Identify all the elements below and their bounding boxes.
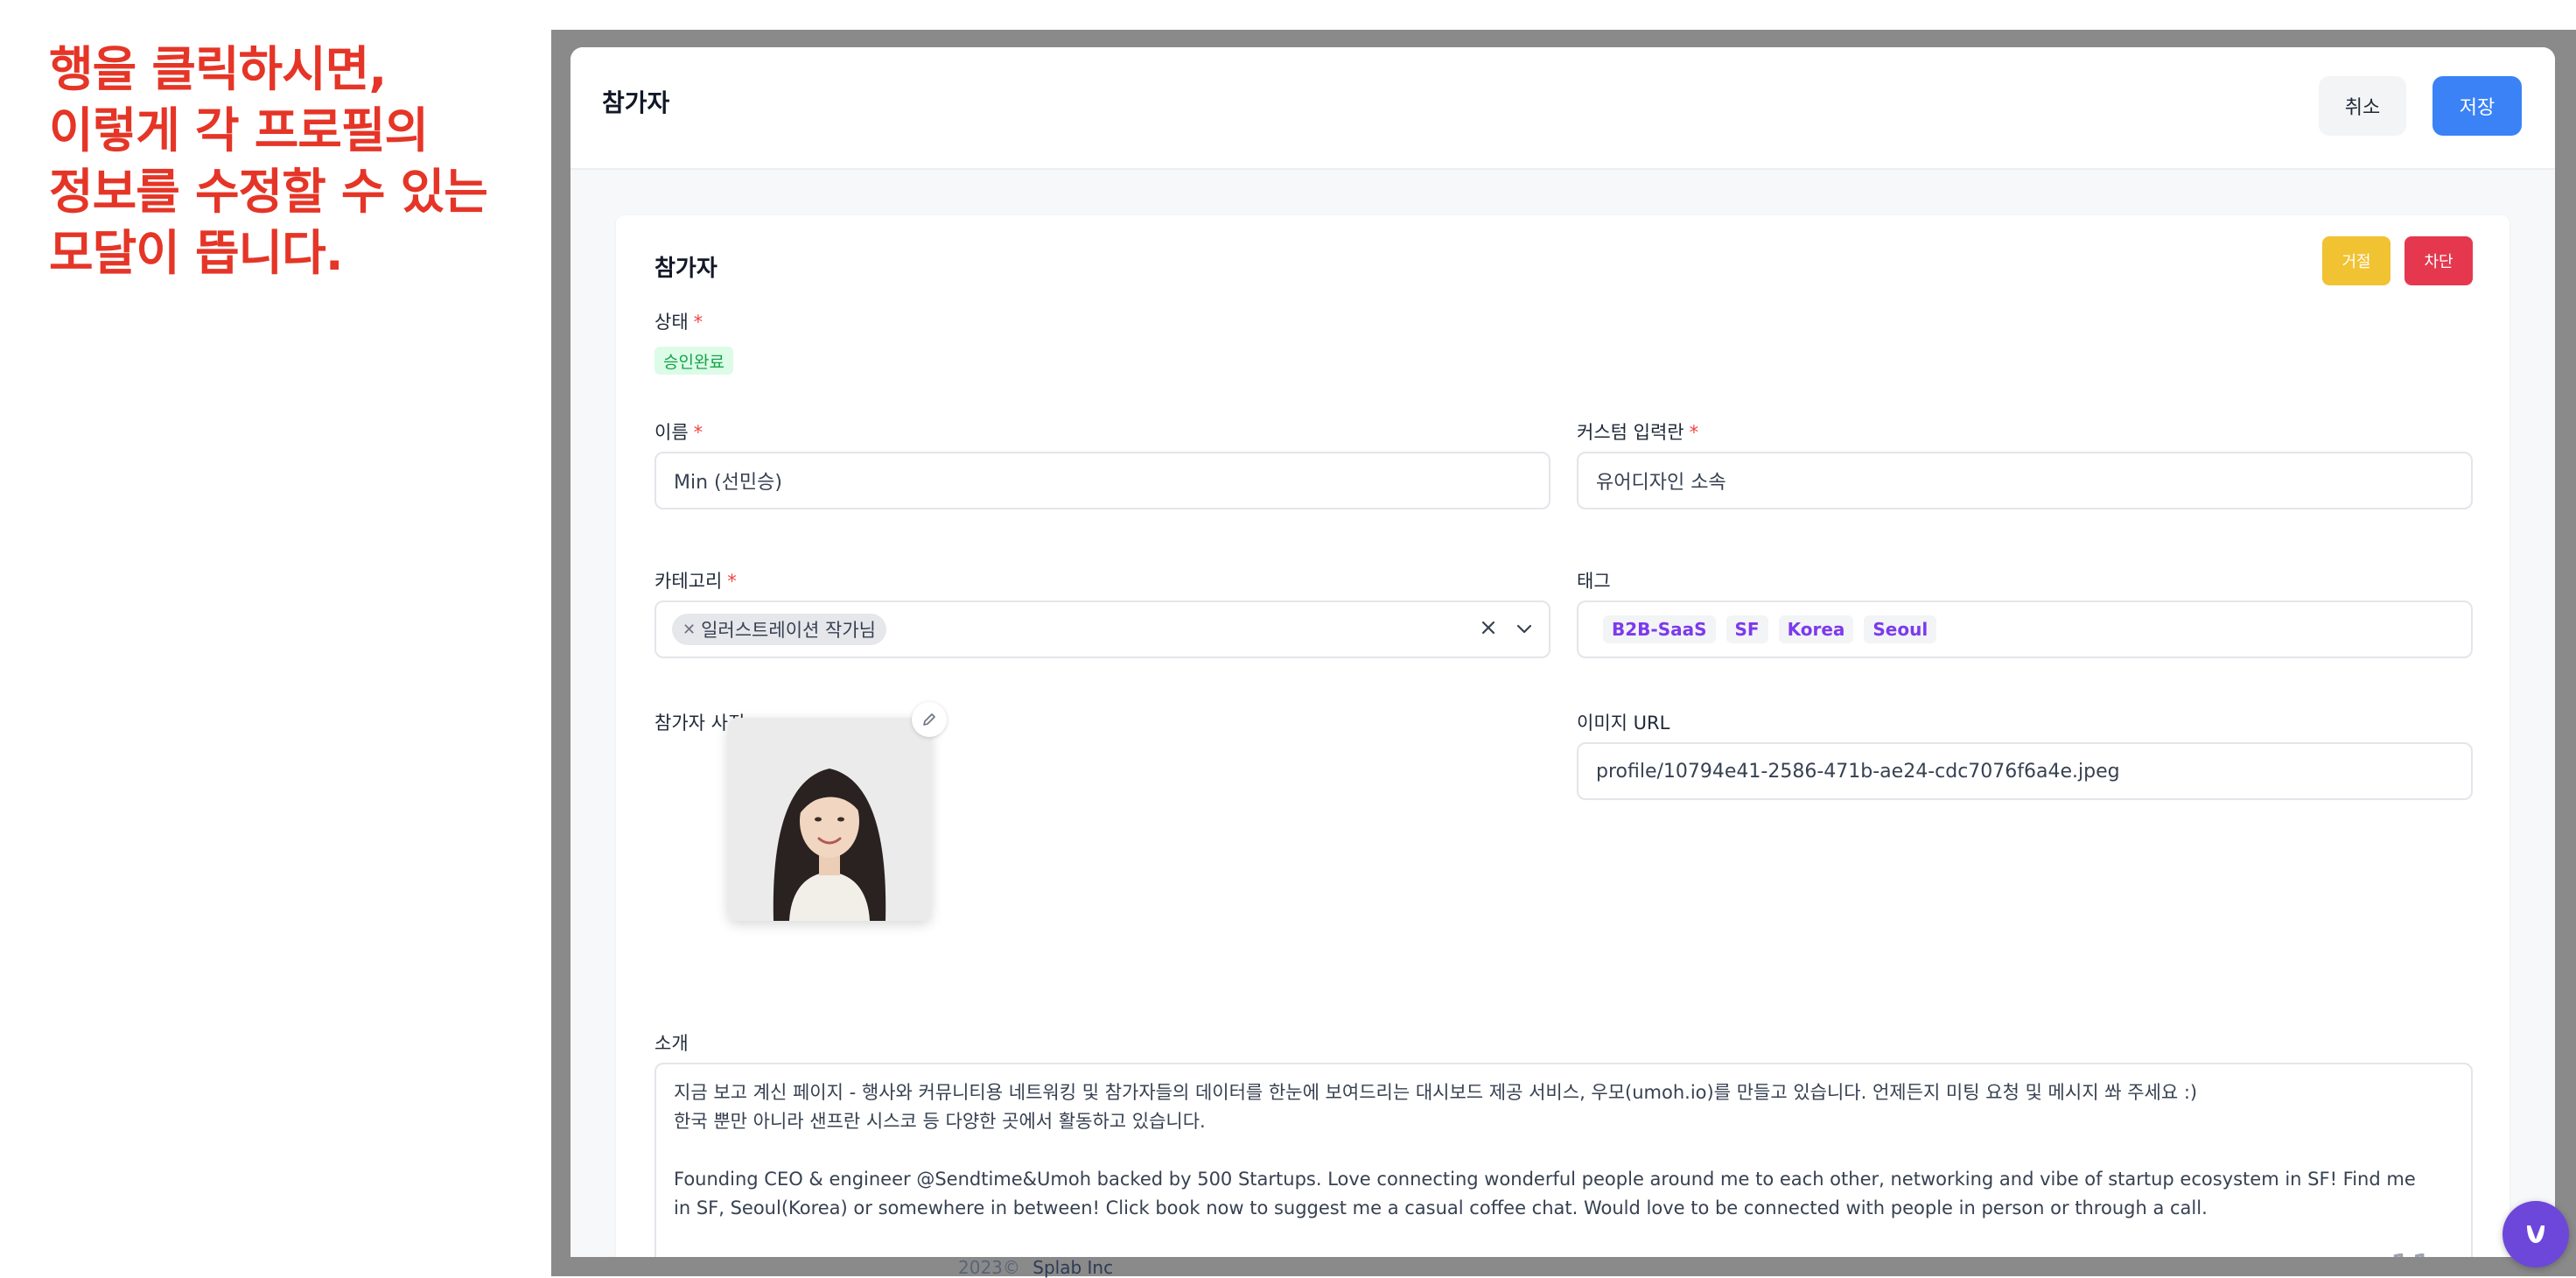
name-label: 이름 * [654, 418, 703, 445]
status-label-text: 상태 [654, 312, 689, 333]
intro-textarea[interactable]: 지금 보고 계신 페이지 - 행사와 커뮤니티용 네트워킹 및 참가자들의 데이… [654, 1063, 2473, 1257]
participant-modal: 참가자 취소 저장 참가자 거절 차단 상태 * 승인완료 이름 * Min (선민… [570, 47, 2555, 1257]
name-input[interactable]: Min (선민승) [654, 452, 1550, 509]
custom-field-label: 커스텀 입력란 * [1577, 418, 1698, 445]
tags-label: 태그 [1577, 571, 1611, 592]
chip-remove-icon[interactable]: ✕ [682, 621, 696, 639]
intro-line: Founding CEO & engineer @Sendtime&Umoh b… [674, 1169, 2416, 1190]
status-badge: 승인완료 [654, 347, 733, 375]
tag-chip[interactable]: B2B-SaaS [1603, 615, 1716, 643]
required-mark: * [693, 312, 704, 333]
tag-chip[interactable]: Korea [1778, 615, 1854, 643]
category-label: 카테고리 * [654, 567, 737, 593]
category-chip-label: 일러스트레이션 작가님 [701, 620, 876, 641]
image-url-input[interactable]: profile/10794e41-2586-471b-ae24-cdc7076f… [1577, 742, 2473, 800]
annotation-line: 이렇게 각 프로필의 [49, 102, 429, 158]
category-label-text: 카테고리 [654, 571, 723, 592]
category-chip: ✕ 일러스트레이션 작가님 [672, 614, 886, 645]
cancel-button[interactable]: 취소 [2319, 76, 2406, 136]
intro-counter: 11 [2390, 1250, 2432, 1257]
category-select[interactable]: ✕ 일러스트레이션 작가님 [654, 600, 1550, 658]
name-label-text: 이름 [654, 422, 689, 443]
annotation-line: 모달이 뜹니다. [49, 225, 344, 281]
save-button[interactable]: 저장 [2432, 76, 2522, 136]
intro-line: 한국 뿐만 아니라 샌프란 시스코 등 다양한 곳에서 활동하고 있습니다. [674, 1111, 1206, 1132]
avatar [728, 718, 931, 921]
annotation-line: 행을 클릭하시면, [49, 41, 387, 97]
reject-button[interactable]: 거절 [2322, 236, 2390, 285]
footer-copyright: 2023© [958, 1257, 1020, 1278]
required-mark: * [1689, 422, 1699, 443]
card-title: 참가자 [654, 256, 718, 282]
tag-chip[interactable]: Seoul [1864, 615, 1937, 643]
chat-bubble-icon[interactable] [2502, 1201, 2569, 1267]
tag-chip[interactable]: SF [1726, 615, 1768, 643]
pencil-icon[interactable] [912, 702, 947, 737]
clear-icon[interactable] [1480, 619, 1496, 641]
tags-input[interactable]: B2B-SaaS SF Korea Seoul [1577, 600, 2473, 658]
annotation-text: 행을 클릭하시면, 이렇게 각 프로필의 정보를 수정할 수 있는 모달이 뜹니… [49, 39, 539, 284]
block-button[interactable]: 차단 [2404, 236, 2473, 285]
image-url-label: 이미지 URL [1577, 713, 1670, 734]
modal-header: 참가자 취소 저장 [570, 47, 2555, 170]
intro-line: 지금 보고 계신 페이지 - 행사와 커뮤니티용 네트워킹 및 참가자들의 데이… [674, 1082, 2198, 1103]
intro-line: in SF, Seoul(Korea) or somewhere in betw… [674, 1197, 2208, 1218]
intro-line [674, 1136, 2454, 1165]
select-controls [1480, 619, 1533, 641]
participant-photo[interactable] [728, 718, 931, 921]
required-mark: * [727, 571, 737, 592]
chevron-down-icon[interactable] [1516, 619, 1533, 641]
modal-title: 참가자 [602, 88, 670, 117]
participant-card: 참가자 거절 차단 상태 * 승인완료 이름 * Min (선민승) 커스텀 입력란… [616, 215, 2510, 1257]
custom-field-label-text: 커스텀 입력란 [1577, 422, 1684, 443]
intro-label: 소개 [654, 1033, 689, 1054]
custom-field-input[interactable]: 유어디자인 소속 [1577, 452, 2473, 509]
annotation-line: 정보를 수정할 수 있는 [49, 164, 488, 220]
required-mark: * [693, 422, 704, 443]
status-label: 상태 * [654, 308, 703, 334]
footer-company: Splab Inc [1032, 1257, 1114, 1278]
footer: 2023© Splab Inc [958, 1257, 1113, 1278]
